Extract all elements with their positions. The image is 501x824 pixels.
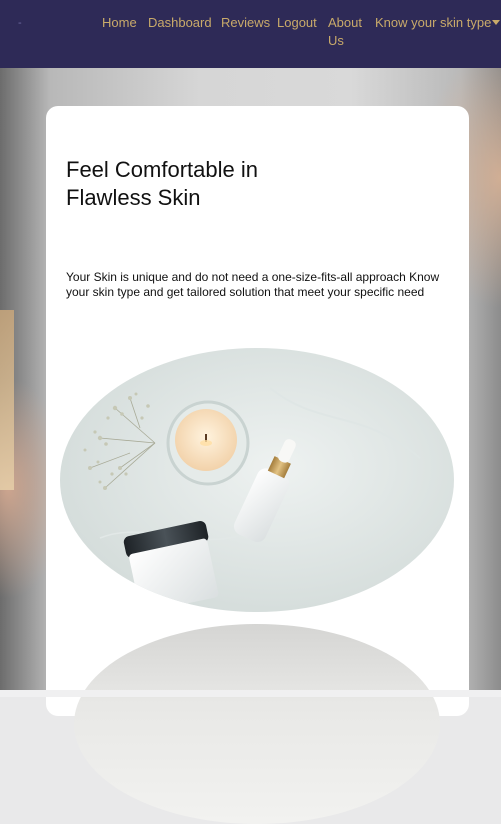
brand-logo[interactable]: - bbox=[18, 17, 22, 29]
background-product-bottle bbox=[0, 310, 14, 490]
second-product-image bbox=[74, 624, 440, 824]
hero-headline: Feel Comfortable in Flawless Skin bbox=[66, 157, 258, 210]
nav-dropdown-skin-type[interactable]: Know your skin type bbox=[375, 14, 491, 32]
nav-link-about-us[interactable]: About Us bbox=[328, 14, 368, 50]
nav-link-reviews[interactable]: Reviews bbox=[221, 14, 270, 32]
hero-card: Feel Comfortable in Flawless Skin Your S… bbox=[46, 106, 469, 824]
skincare-products-image bbox=[60, 348, 454, 612]
chevron-down-icon[interactable] bbox=[492, 20, 500, 25]
nav-link-dashboard[interactable]: Dashboard bbox=[148, 14, 212, 32]
nav-link-logout[interactable]: Logout bbox=[277, 14, 317, 32]
hero-description: Your Skin is unique and do not need a on… bbox=[66, 270, 440, 299]
scroll-area-bottom bbox=[0, 690, 501, 697]
top-navbar: - Home Dashboard Reviews Logout About Us… bbox=[0, 0, 501, 68]
nav-link-home[interactable]: Home bbox=[102, 14, 137, 32]
